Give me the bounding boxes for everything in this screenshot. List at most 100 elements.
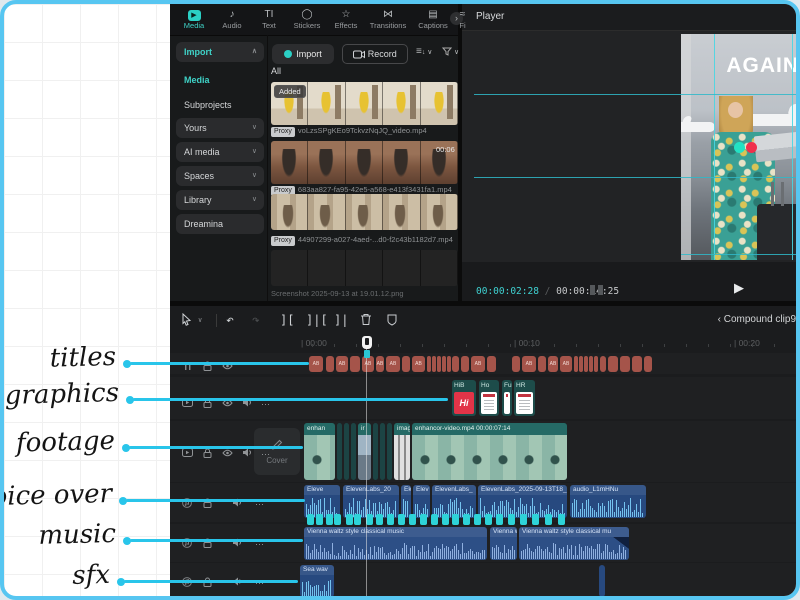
tab-fi[interactable]: ≈Fi (455, 8, 470, 34)
title-clip[interactable]: AB (386, 356, 400, 372)
graphic-clip[interactable]: Ho (479, 380, 499, 416)
tab-stickers[interactable]: ◯Stickers (287, 8, 327, 34)
title-clip[interactable] (350, 356, 360, 372)
footage-clip[interactable] (380, 423, 385, 480)
footage-clip[interactable]: ir (358, 423, 371, 480)
sidebar-item-library[interactable]: Library∨ (176, 190, 264, 210)
title-clip[interactable] (600, 356, 606, 372)
frame-view-icon[interactable] (590, 285, 604, 295)
tab-audio[interactable]: ♪Audio (213, 8, 251, 34)
beat-marker[interactable] (532, 514, 539, 525)
playhead-line[interactable] (366, 336, 367, 600)
record-button[interactable]: Record (342, 44, 408, 64)
title-clip[interactable] (584, 356, 588, 372)
music-clip[interactable]: Vienna waltz style classical mu (519, 527, 629, 560)
beat-marker[interactable] (346, 514, 353, 525)
footage-clip[interactable] (373, 423, 378, 480)
beat-marker[interactable] (366, 514, 373, 525)
title-clip[interactable] (402, 356, 410, 372)
beat-marker[interactable] (334, 514, 341, 525)
tab-transitions[interactable]: ⋈Transitions (365, 8, 411, 34)
title-clip[interactable]: AB (309, 356, 323, 372)
footage-clip[interactable]: enhancor-video.mp4 00:00:07:14 (412, 423, 567, 480)
sidebar-item-ai-media[interactable]: AI media∨ (176, 142, 264, 162)
beat-marker[interactable] (316, 514, 323, 525)
title-clip[interactable]: AB (336, 356, 348, 372)
title-clip[interactable] (608, 356, 618, 372)
title-clip[interactable] (589, 356, 593, 372)
music-clip[interactable]: Vienna waltz style classical music (304, 527, 487, 560)
sidebar-item-subprojects[interactable]: Subprojects (176, 95, 264, 115)
title-clip[interactable] (579, 356, 583, 372)
graphic-clip[interactable]: HR (514, 380, 535, 416)
media-item-thumbnail[interactable] (271, 194, 458, 230)
redo-button[interactable]: ↷ (252, 313, 260, 328)
trim-left-button[interactable]: ]|[ (306, 313, 328, 327)
compound-clip-breadcrumb[interactable]: ‹ Compound clip9 (664, 314, 796, 325)
import-button[interactable]: Import (272, 44, 334, 64)
beat-marker[interactable] (452, 514, 459, 525)
sfx-clip[interactable] (599, 565, 605, 597)
media-item-thumbnail[interactable] (271, 250, 458, 286)
tab-captions[interactable]: ▤Captions (411, 8, 455, 34)
graphic-clip[interactable]: Fu (502, 380, 512, 416)
sidebar-item-yours[interactable]: Yours∨ (176, 118, 264, 138)
title-clip[interactable] (447, 356, 451, 372)
title-clip[interactable] (644, 356, 652, 372)
media-item-thumbnail[interactable] (271, 141, 458, 184)
fade-handle[interactable] (613, 537, 629, 549)
play-button[interactable]: ▶ (734, 280, 744, 296)
undo-button[interactable]: ↶ (226, 313, 234, 328)
beat-marker[interactable] (326, 514, 333, 525)
beat-marker[interactable] (420, 514, 427, 525)
footage-clip[interactable] (337, 423, 342, 480)
title-clip[interactable] (437, 356, 441, 372)
title-clip[interactable] (427, 356, 431, 372)
beat-marker[interactable] (474, 514, 481, 525)
beat-marker[interactable] (558, 514, 565, 525)
sidebar-item-media[interactable]: Media (176, 70, 264, 90)
split-button[interactable]: ][ (280, 313, 294, 327)
title-clip[interactable] (574, 356, 578, 372)
beat-marker[interactable] (520, 514, 527, 525)
filter-button[interactable]: ∨ (442, 46, 459, 57)
title-clip[interactable]: AB (548, 356, 558, 372)
audio-track-icon[interactable] (180, 573, 194, 585)
title-clip[interactable] (632, 356, 642, 372)
beat-marker[interactable] (442, 514, 449, 525)
footage-clip[interactable] (344, 423, 349, 480)
title-clip[interactable]: AB (522, 356, 536, 372)
title-clip[interactable]: AB (376, 356, 384, 372)
tab-text[interactable]: TIText (251, 8, 287, 34)
tab-effects[interactable]: ☆Effects (327, 8, 365, 34)
beat-marker[interactable] (376, 514, 383, 525)
title-clip[interactable] (512, 356, 520, 372)
cover-tool-button[interactable] (386, 312, 398, 326)
tab-media[interactable]: ▶Media (175, 8, 213, 34)
beat-marker[interactable] (485, 514, 492, 525)
more-options-icon[interactable]: ⋯ (253, 573, 267, 585)
music-clip[interactable]: Vienna w (490, 527, 517, 560)
title-clip[interactable] (442, 356, 446, 372)
beat-marker[interactable] (545, 514, 552, 525)
sort-button[interactable]: ≡↓ ∨ (416, 46, 432, 57)
title-clip[interactable] (620, 356, 630, 372)
sfx-clip[interactable]: Sea wav (300, 565, 334, 597)
sidebar-item-dreamina[interactable]: Dreamina (176, 214, 264, 234)
beat-marker[interactable] (387, 514, 394, 525)
sidebar-item-spaces[interactable]: Spaces∨ (176, 166, 264, 186)
voice-over-clip[interactable]: audio_L1mHNu (570, 485, 646, 518)
title-clip[interactable] (461, 356, 469, 372)
lock-icon[interactable] (200, 573, 214, 585)
beat-marker[interactable] (508, 514, 515, 525)
title-clip[interactable] (594, 356, 598, 372)
beat-marker[interactable] (496, 514, 503, 525)
title-clip[interactable]: AB (412, 356, 425, 372)
beat-marker[interactable] (409, 514, 416, 525)
title-clip[interactable]: AB (471, 356, 485, 372)
beat-marker[interactable] (354, 514, 361, 525)
footage-clip[interactable] (351, 423, 356, 480)
beat-marker[interactable] (307, 514, 314, 525)
beat-marker[interactable] (431, 514, 438, 525)
title-clip[interactable] (487, 356, 496, 372)
